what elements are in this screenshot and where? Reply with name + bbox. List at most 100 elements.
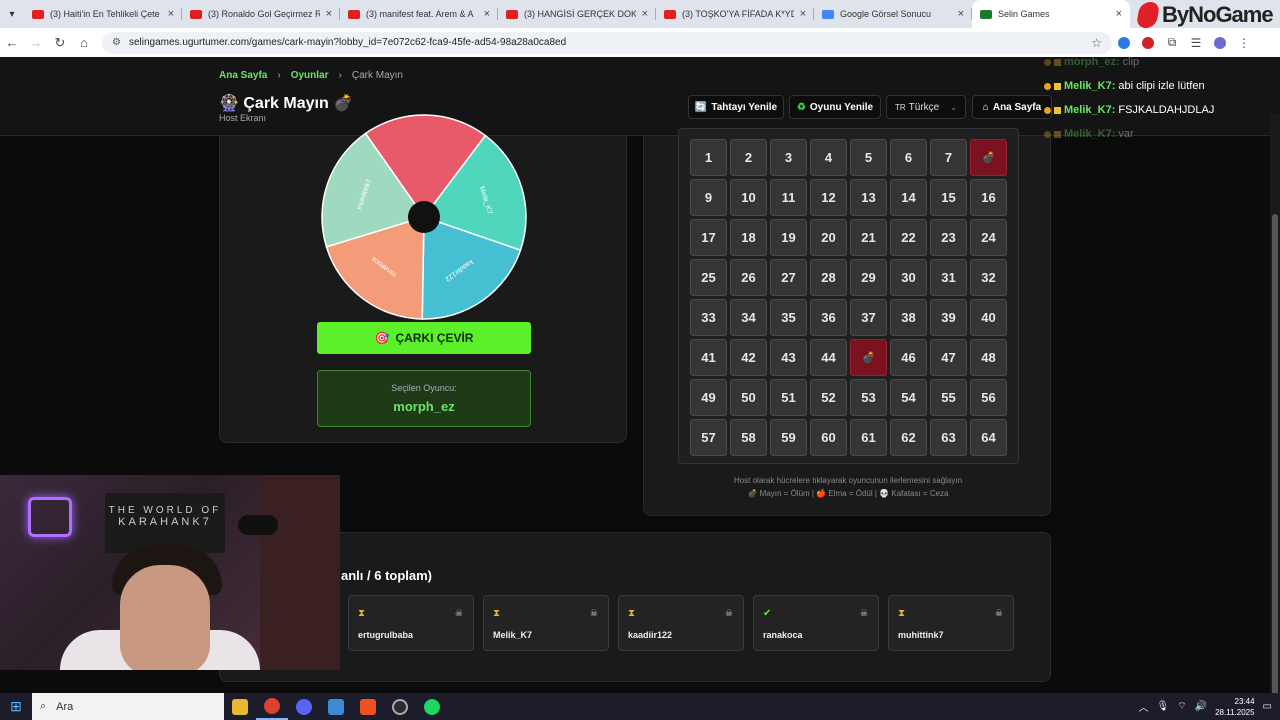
home-button[interactable]: ⌂ Ana Sayfa — [972, 95, 1052, 119]
reload-icon[interactable]: ↻ — [48, 35, 72, 51]
forward-arrow-icon[interactable]: → — [24, 35, 48, 50]
notification-icon[interactable]: ▭ — [1263, 701, 1272, 712]
grid-cell[interactable]: 49 — [690, 379, 727, 416]
browser-tab[interactable]: (3) manifest feat. Arem & A × — [340, 0, 498, 28]
breadcrumb-games[interactable]: Oyunlar — [291, 70, 329, 81]
grid-cell[interactable]: 63 — [930, 419, 967, 456]
grid-cell[interactable]: 18 — [730, 219, 767, 256]
refresh-board-button[interactable]: 🔄 Tahtayı Yenile — [688, 95, 784, 119]
player-card[interactable]: ⧗ ☠ Melik_K7 — [483, 595, 609, 651]
spin-wheel[interactable]: Melik_K7kaadiir122ranakocamuhittink7 — [321, 114, 527, 320]
language-select[interactable]: TR Türkçe ⌄ — [886, 95, 966, 119]
grid-cell[interactable]: 44 — [810, 339, 847, 376]
clock[interactable]: 23:44 28.11.2025 — [1215, 696, 1254, 718]
windows-start-icon[interactable]: ⊞ — [0, 698, 32, 715]
grid-cell[interactable]: 22 — [890, 219, 927, 256]
grid-cell-mine[interactable]: 💣 — [850, 339, 887, 376]
site-info-icon[interactable]: ⚙ — [112, 37, 121, 48]
grid-cell[interactable]: 20 — [810, 219, 847, 256]
spin-wheel-button[interactable]: 🎯 ÇARKI ÇEVİR — [317, 322, 531, 354]
grid-cell[interactable]: 15 — [930, 179, 967, 216]
media-icon[interactable]: ☰ — [1184, 36, 1208, 50]
close-tab-icon[interactable]: × — [800, 8, 806, 20]
grid-cell[interactable]: 62 — [890, 419, 927, 456]
discord-icon[interactable] — [288, 693, 320, 720]
browser-tab[interactable]: (3) TOŞKO'YA FİFADA K*YDUM × — [656, 0, 814, 28]
grid-cell[interactable]: 61 — [850, 419, 887, 456]
grid-cell[interactable]: 46 — [890, 339, 927, 376]
grid-cell[interactable]: 3 — [770, 139, 807, 176]
grid-cell[interactable]: 51 — [770, 379, 807, 416]
chrome-icon[interactable] — [256, 693, 288, 720]
grid-cell[interactable]: 24 — [970, 219, 1007, 256]
skull-remove-icon[interactable]: ☠ — [590, 608, 598, 619]
close-tab-icon[interactable]: × — [642, 8, 648, 20]
grid-cell[interactable]: 48 — [970, 339, 1007, 376]
browser-tab[interactable]: (3) Ronaldo Gol Geçirmez Robo × — [182, 0, 340, 28]
grid-cell[interactable]: 11 — [770, 179, 807, 216]
grid-cell[interactable]: 59 — [770, 419, 807, 456]
grid-cell[interactable]: 10 — [730, 179, 767, 216]
scrollbar-thumb[interactable] — [1272, 214, 1278, 693]
volume-icon[interactable]: 🔊 — [1195, 701, 1207, 712]
close-tab-icon[interactable]: × — [958, 8, 964, 20]
grid-cell[interactable]: 1 — [690, 139, 727, 176]
grid-cell[interactable]: 47 — [930, 339, 967, 376]
grid-cell[interactable]: 43 — [770, 339, 807, 376]
grid-cell[interactable]: 53 — [850, 379, 887, 416]
home-icon[interactable]: ⌂ — [72, 35, 96, 50]
grid-cell[interactable]: 55 — [930, 379, 967, 416]
player-card[interactable]: ⧗ ☠ muhittink7 — [888, 595, 1014, 651]
grid-cell[interactable]: 5 — [850, 139, 887, 176]
menu-icon[interactable]: ⋮ — [1232, 36, 1256, 50]
skull-remove-icon[interactable]: ☠ — [995, 608, 1003, 619]
grid-cell[interactable]: 42 — [730, 339, 767, 376]
grid-cell[interactable]: 19 — [770, 219, 807, 256]
grid-cell[interactable]: 7 — [930, 139, 967, 176]
grid-cell[interactable]: 6 — [890, 139, 927, 176]
browser-tab[interactable]: Google Görsel Sonucu × — [814, 0, 972, 28]
grid-cell-mine[interactable]: 💣 — [970, 139, 1007, 176]
breadcrumb-home[interactable]: Ana Sayfa — [219, 70, 267, 81]
profile-avatar[interactable] — [1208, 36, 1232, 49]
browser-tab[interactable]: (3) Haiti'in En Tehlikeli Çete Lid × — [24, 0, 182, 28]
grid-cell[interactable]: 23 — [930, 219, 967, 256]
close-tab-icon[interactable]: × — [326, 8, 332, 20]
skull-remove-icon[interactable]: ☠ — [455, 608, 463, 619]
adblock-icon[interactable] — [1136, 36, 1160, 49]
spotify-icon[interactable] — [416, 693, 448, 720]
brave-icon[interactable] — [352, 693, 384, 720]
grid-cell[interactable]: 30 — [890, 259, 927, 296]
grid-cell[interactable]: 40 — [970, 299, 1007, 336]
extension-icon[interactable] — [1112, 36, 1136, 49]
grid-cell[interactable]: 57 — [690, 419, 727, 456]
grid-cell[interactable]: 33 — [690, 299, 727, 336]
obs-icon[interactable] — [384, 693, 416, 720]
grid-cell[interactable]: 56 — [970, 379, 1007, 416]
page-scrollbar[interactable] — [1270, 114, 1280, 693]
tray-chevron-icon[interactable]: ︿ — [1139, 699, 1149, 714]
player-card[interactable]: ⧗ ☠ ertugrulbaba — [348, 595, 474, 651]
tab-search-button[interactable]: ▾ — [0, 0, 24, 28]
grid-cell[interactable]: 9 — [690, 179, 727, 216]
close-tab-icon[interactable]: × — [1116, 8, 1122, 20]
grid-cell[interactable]: 58 — [730, 419, 767, 456]
grid-cell[interactable]: 2 — [730, 139, 767, 176]
grid-cell[interactable]: 4 — [810, 139, 847, 176]
grid-cell[interactable]: 60 — [810, 419, 847, 456]
player-card[interactable]: ⧗ ☠ kaadiir122 — [618, 595, 744, 651]
grid-cell[interactable]: 38 — [890, 299, 927, 336]
close-tab-icon[interactable]: × — [484, 8, 490, 20]
grid-cell[interactable]: 14 — [890, 179, 927, 216]
grid-cell[interactable]: 16 — [970, 179, 1007, 216]
grid-cell[interactable]: 64 — [970, 419, 1007, 456]
refresh-game-button[interactable]: ♻ Oyunu Yenile — [789, 95, 881, 119]
grid-cell[interactable]: 54 — [890, 379, 927, 416]
file-explorer-icon[interactable] — [224, 693, 256, 720]
grid-cell[interactable]: 29 — [850, 259, 887, 296]
browser-tab[interactable]: (3) HANGİSİ GERÇEK DOKTOR × — [498, 0, 656, 28]
grid-cell[interactable]: 17 — [690, 219, 727, 256]
grid-cell[interactable]: 21 — [850, 219, 887, 256]
wifi-icon[interactable]: ⌔ — [1177, 700, 1186, 713]
grid-cell[interactable]: 26 — [730, 259, 767, 296]
